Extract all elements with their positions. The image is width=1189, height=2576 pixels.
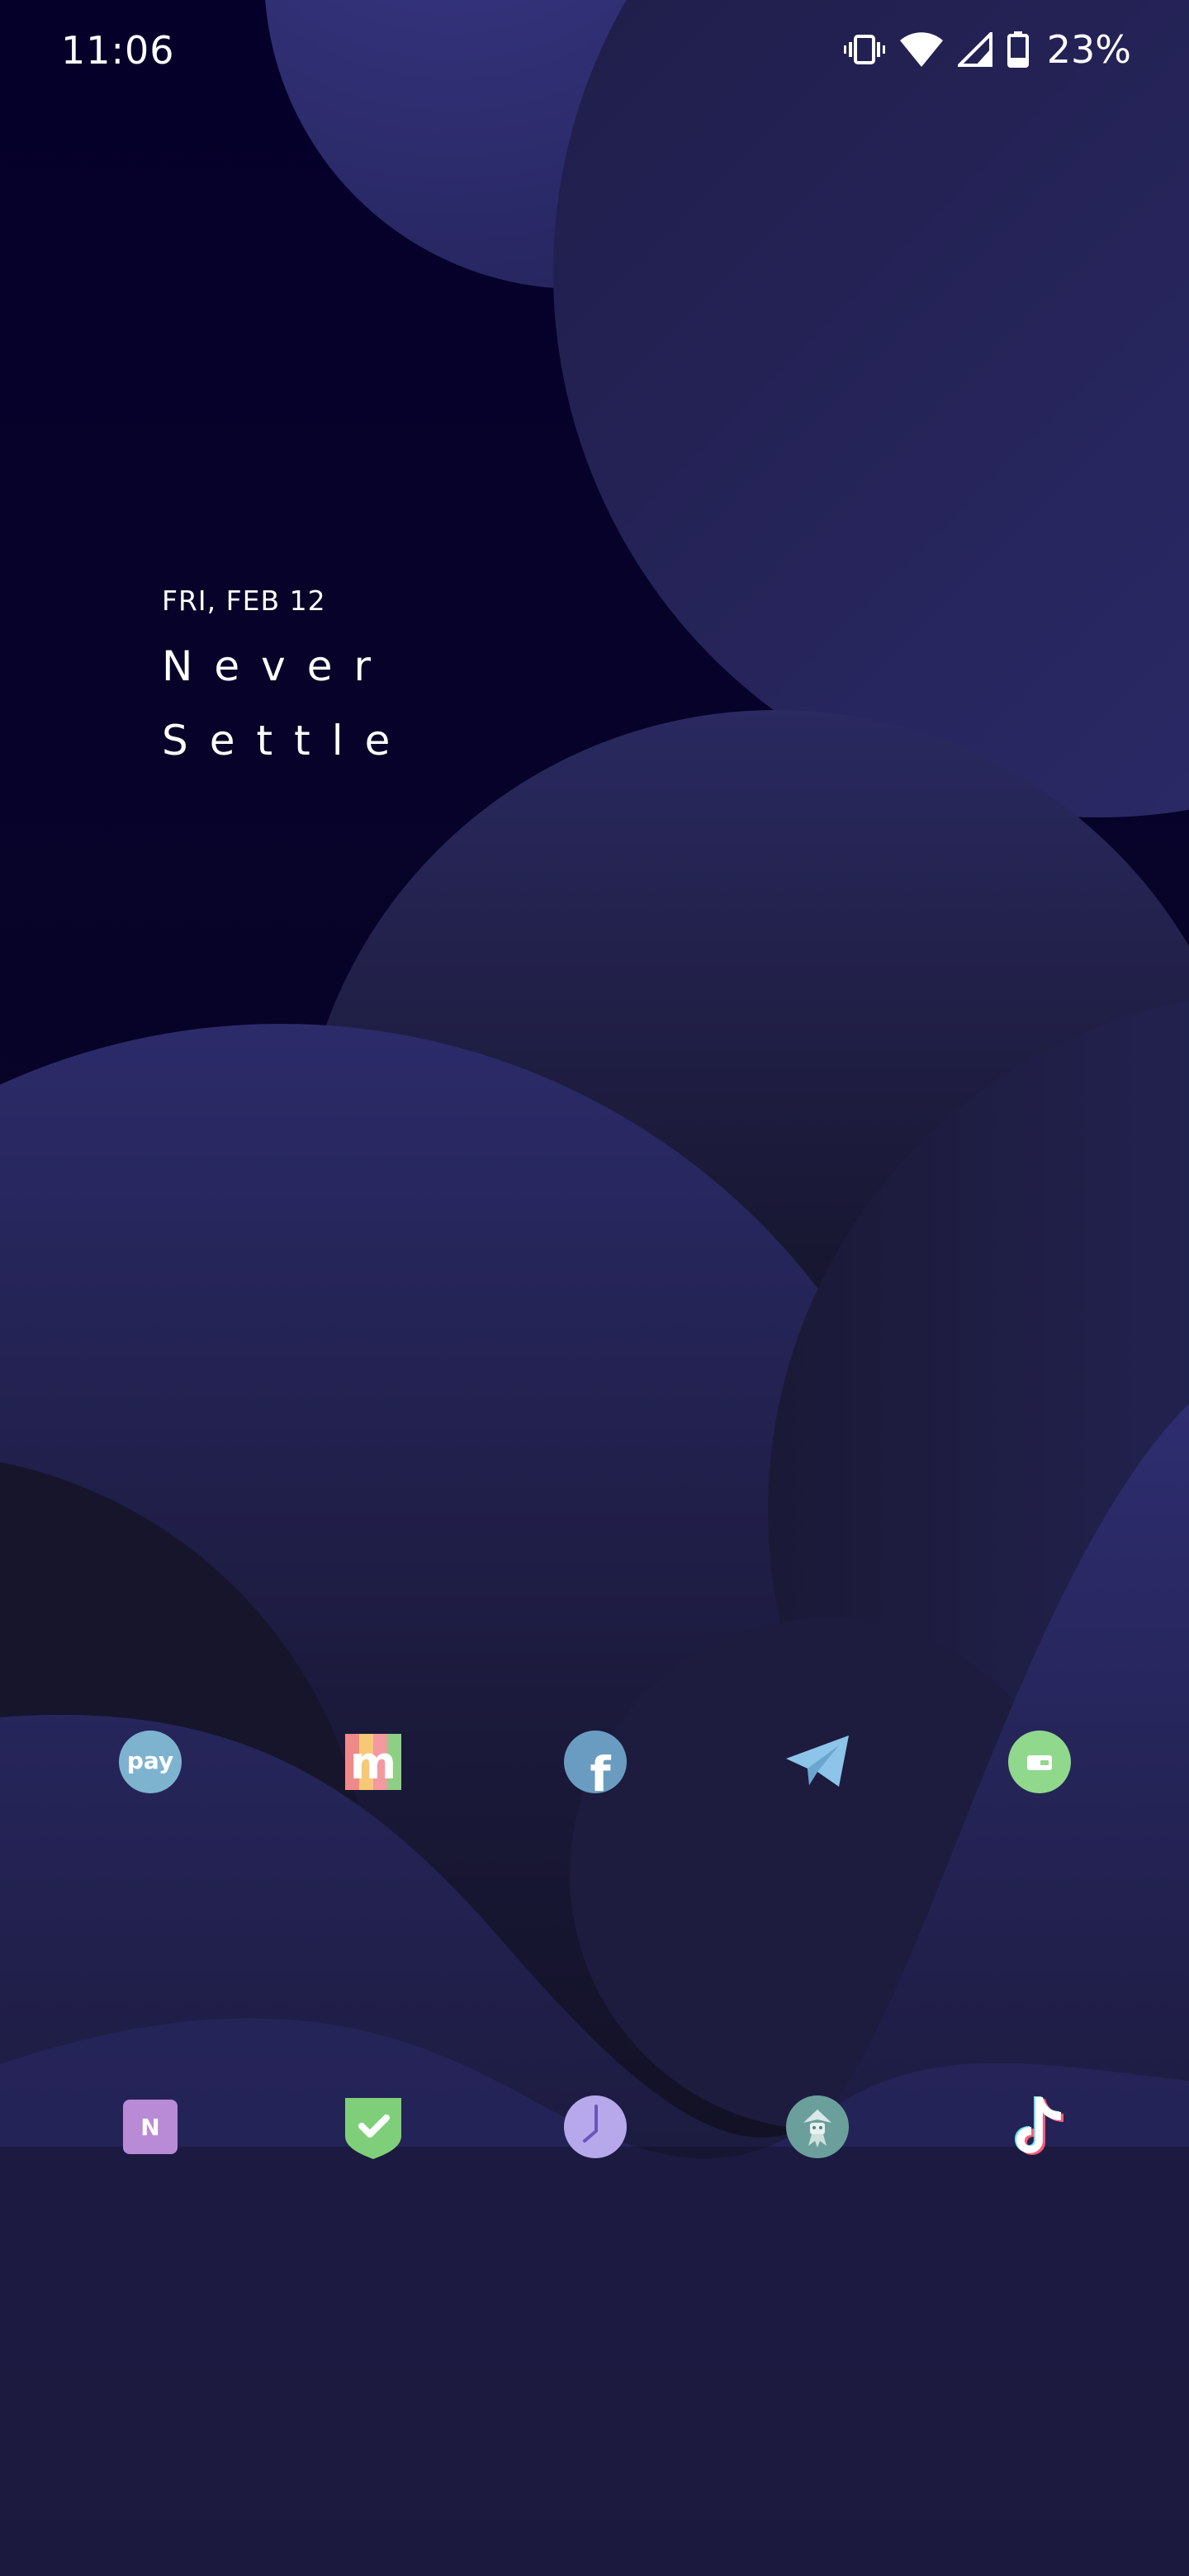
widget-slogan-line1: Never	[162, 642, 393, 690]
svg-text:N: N	[140, 2114, 159, 2141]
widget-slogan-line2: Settle	[162, 717, 412, 765]
status-bar: 11:06 23%	[0, 0, 1189, 107]
telegram-app-icon[interactable]	[768, 1712, 867, 1811]
home-screen: 11:06 23% FRI, FEB 12 Never Settle pay m…	[0, 0, 1189, 2576]
m-app-icon[interactable]: m	[324, 1712, 423, 1811]
svg-text:m: m	[350, 1737, 396, 1789]
battery-percent: 23%	[1046, 27, 1131, 72]
clock-app-icon[interactable]	[546, 2077, 645, 2176]
svg-text:f: f	[590, 1746, 611, 1794]
pay-app-icon[interactable]: pay	[101, 1712, 200, 1811]
n-app-icon[interactable]: N	[101, 2077, 200, 2176]
status-time: 11:06	[61, 28, 175, 73]
vibrate-icon	[843, 35, 885, 64]
battery-icon	[1007, 31, 1029, 68]
status-icons: 23%	[843, 25, 1131, 74]
wifi-icon	[899, 32, 943, 67]
home-app-row-1: pay m f	[0, 1712, 1189, 1811]
widget-date: FRI, FEB 12	[162, 585, 326, 617]
wallet-app-icon[interactable]	[990, 1712, 1089, 1811]
shield-check-app-icon[interactable]	[324, 2077, 423, 2176]
cellular-signal-icon	[957, 32, 992, 67]
home-app-row-2: N	[0, 2077, 1189, 2176]
svg-text:pay: pay	[127, 1747, 173, 1774]
wallpaper	[0, 0, 1189, 2576]
date-widget[interactable]: FRI, FEB 12 Never Settle	[162, 585, 411, 765]
facebook-app-icon[interactable]: f	[546, 1712, 645, 1811]
tiktok-app-icon[interactable]	[990, 2077, 1089, 2176]
robot-app-icon[interactable]	[768, 2077, 867, 2176]
